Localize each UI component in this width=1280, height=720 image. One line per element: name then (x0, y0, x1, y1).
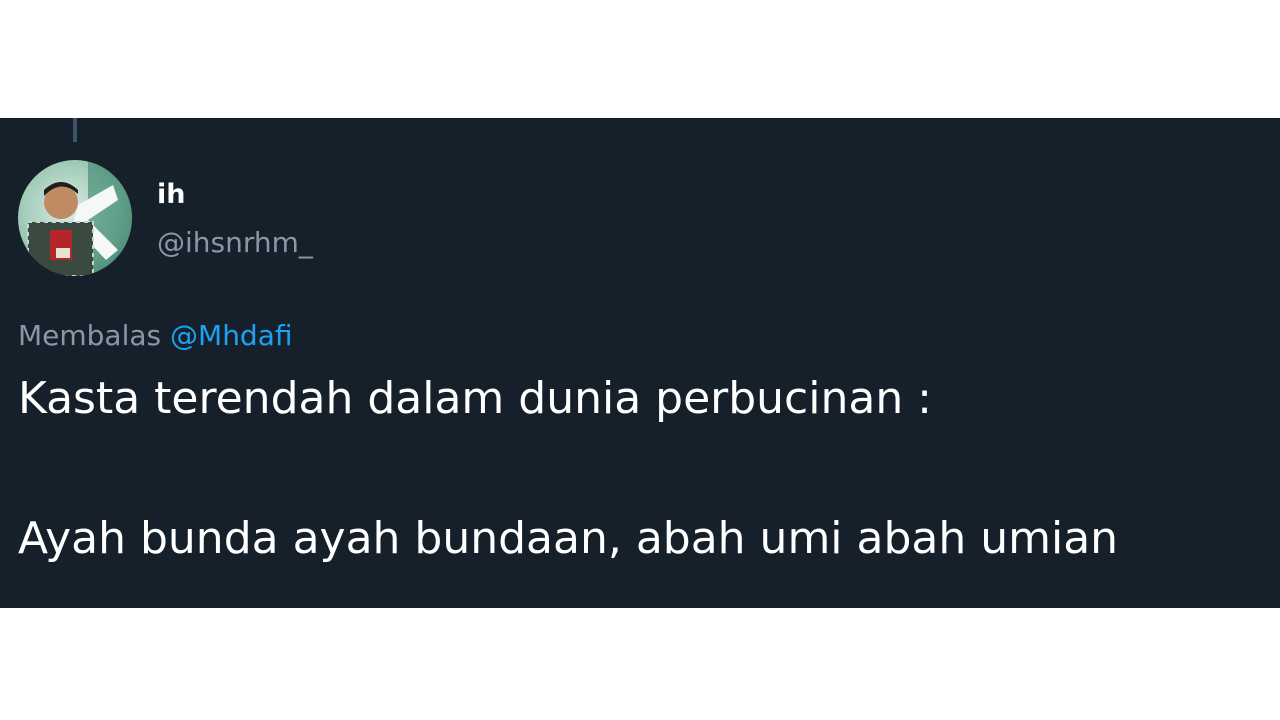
tweet-text-line: Kasta terendah dalam dunia perbucinan : (18, 373, 933, 424)
thread-connector-line (73, 118, 77, 142)
tweet-text-line: Ayah bunda ayah bundaan, abah umi abah u… (18, 513, 1119, 564)
reply-prefix: Membalas (18, 319, 162, 352)
user-handle[interactable]: @ihsnrhm_ (157, 226, 313, 260)
display-name[interactable]: ih (157, 178, 185, 212)
avatar-photo-icon (18, 160, 132, 276)
user-avatar[interactable] (18, 160, 132, 276)
reply-mention-link[interactable]: @Mhdafi (170, 319, 292, 352)
tweet-card: ih @ihsnrhm_ Membalas @Mhdafi Kasta tere… (0, 118, 1280, 608)
reply-context: Membalas @Mhdafi (18, 318, 293, 354)
